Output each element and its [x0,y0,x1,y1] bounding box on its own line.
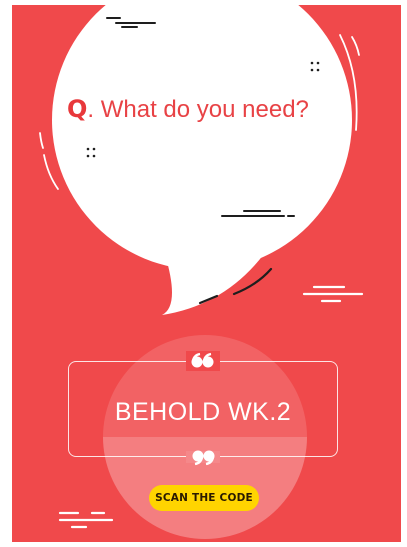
question-headline: Q. What do you need? [67,95,367,124]
scan-code-button[interactable]: SCAN THE CODE [149,485,259,511]
close-quote-icon [186,447,220,467]
title-frame: BEHOLD WK.2 [68,361,338,457]
series-title: BEHOLD WK.2 [114,398,292,426]
poster: Q. What do you need? BEHOLD WK.2 SCAN TH… [12,5,401,542]
question-prefix: Q [67,95,88,123]
open-quote-icon [186,351,220,371]
question-text: . What do you need? [87,96,309,123]
speech-bubble [52,5,352,315]
